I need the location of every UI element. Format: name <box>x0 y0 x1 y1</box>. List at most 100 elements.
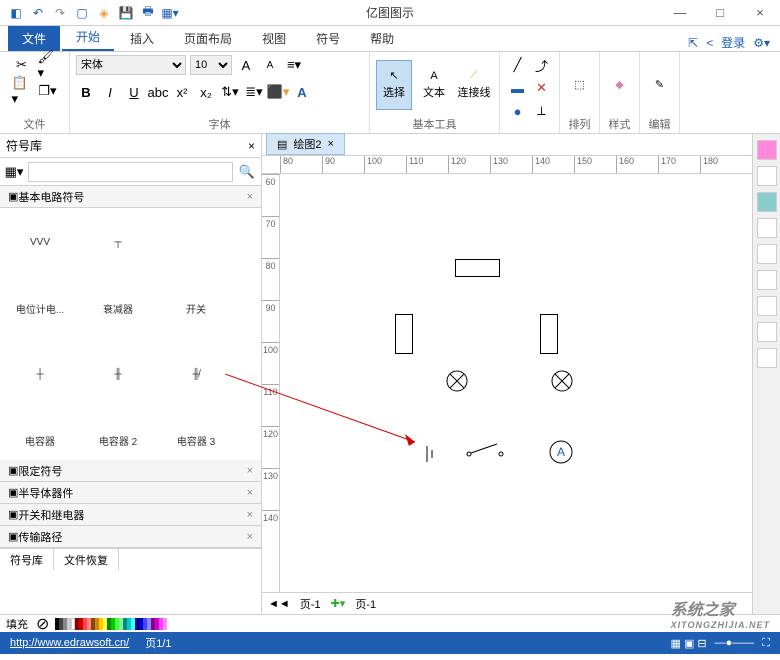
symbol-junction[interactable]: ┬ <box>82 212 154 272</box>
tab-file[interactable]: 文件 <box>8 26 60 51</box>
panel-layer[interactable] <box>757 244 777 264</box>
status-url[interactable]: http://www.edrawsoft.cn/ <box>10 637 129 649</box>
open-icon[interactable]: ◈ <box>96 5 112 21</box>
category-qualifying[interactable]: ▣限定符号× <box>0 460 261 482</box>
bullets-icon[interactable]: ≣▾ <box>244 82 264 102</box>
zoom-slider[interactable]: —●—— <box>715 637 755 649</box>
shape-rect1[interactable] <box>455 259 500 277</box>
undo-icon[interactable]: ↶ <box>30 5 46 21</box>
curve-icon[interactable]: ⤴ <box>532 55 552 75</box>
cut-icon[interactable]: ✂ <box>12 55 32 75</box>
font-name-select[interactable]: 宋体 <box>76 55 186 75</box>
ellipse-icon[interactable]: ● <box>508 101 528 121</box>
canvas[interactable]: A <box>280 174 752 592</box>
symbol-cap1-icon[interactable]: ┼ <box>4 344 76 404</box>
redo-icon[interactable]: ↷ <box>52 5 68 21</box>
category-transmission[interactable]: ▣传输路径× <box>0 526 261 548</box>
document-tab[interactable]: ▤ 绘图2 × <box>266 133 345 155</box>
bottom-tab-library[interactable]: 符号库 <box>0 549 54 570</box>
font-size-select[interactable]: 10 <box>190 55 232 75</box>
underline-icon[interactable]: U <box>124 82 144 102</box>
page-tab-1b[interactable]: 页-1 <box>355 596 376 612</box>
italic-icon[interactable]: I <box>100 82 120 102</box>
tab-symbol[interactable]: 符号 <box>302 26 354 51</box>
panel-text[interactable] <box>757 270 777 290</box>
gear-icon[interactable]: ⚙▾ <box>753 36 770 50</box>
highlight-icon[interactable]: ⬛▾ <box>268 82 288 102</box>
search-icon[interactable]: 🔍 <box>237 162 257 182</box>
superscript-icon[interactable]: x² <box>172 82 192 102</box>
shape-rect3[interactable] <box>540 314 558 354</box>
panel-pen[interactable] <box>757 166 777 186</box>
symbol-vvv[interactable]: VVV <box>4 212 76 272</box>
panel-data[interactable] <box>757 296 777 316</box>
new-icon[interactable]: ▢ <box>74 5 90 21</box>
tab-insert[interactable]: 插入 <box>116 26 168 51</box>
shrink-font-icon[interactable]: A <box>260 55 280 75</box>
shape-switch[interactable] <box>465 442 505 458</box>
symbol-capacitor2[interactable]: 电容器 2 <box>82 410 154 460</box>
tab-start[interactable]: 开始 <box>62 24 114 51</box>
strike-icon[interactable]: abc <box>148 82 168 102</box>
symbol-capacitor3[interactable]: 电容器 3 <box>160 410 232 460</box>
tab-layout[interactable]: 页面布局 <box>170 26 246 51</box>
print-icon[interactable]: 🖶 <box>140 5 156 21</box>
panel-comment[interactable] <box>757 322 777 342</box>
share-icon[interactable]: < <box>706 36 713 50</box>
text-tool[interactable]: A文本 <box>416 60 452 110</box>
panel-theme[interactable] <box>757 140 777 160</box>
font-color-icon[interactable]: A <box>292 82 312 102</box>
panel-fill[interactable] <box>757 192 777 212</box>
category-semiconductor[interactable]: ▣半导体器件× <box>0 482 261 504</box>
align-dropdown-icon[interactable]: ≡▾ <box>284 55 304 75</box>
close-button[interactable]: × <box>740 0 780 26</box>
symbol-cap2-icon[interactable]: ╫ <box>82 344 154 404</box>
linespace-icon[interactable]: ⇅▾ <box>220 82 240 102</box>
sidebar-close-icon[interactable]: × <box>248 139 255 153</box>
subscript-icon[interactable]: x₂ <box>196 82 216 102</box>
bold-icon[interactable]: B <box>76 82 96 102</box>
tab-view[interactable]: 视图 <box>248 26 300 51</box>
login-link[interactable]: 登录 <box>721 34 745 51</box>
symbol-potentiometer[interactable]: 电位计电... <box>4 278 76 338</box>
panel-help[interactable] <box>757 348 777 368</box>
rect-icon[interactable]: ▬ <box>508 78 528 98</box>
library-icon[interactable]: ▦▾ <box>4 162 24 182</box>
symbol-cap3-icon[interactable]: ╫̸ <box>160 344 232 404</box>
doc-close-icon[interactable]: × <box>328 138 334 150</box>
brush-icon[interactable]: 🖌▾ <box>38 55 58 75</box>
copy-icon[interactable]: ❐▾ <box>38 81 58 101</box>
symbol-capacitor[interactable]: 电容器 <box>4 410 76 460</box>
symbol-switch[interactable]: 开关 <box>160 278 232 338</box>
select-tool[interactable]: ↖选择 <box>376 60 412 110</box>
category-switches[interactable]: ▣开关和继电器× <box>0 504 261 526</box>
page-tab-1a[interactable]: 页-1 <box>300 596 321 612</box>
symbol-attenuator[interactable]: 衰减器 <box>82 278 154 338</box>
category-basic-circuit[interactable]: ▣基本电路符号× <box>0 186 261 208</box>
save-icon[interactable]: 💾 <box>118 5 134 21</box>
shape-lamp1[interactable] <box>445 369 469 393</box>
style-button[interactable]: ◆ <box>606 60 633 110</box>
zoom-fit-icon[interactable]: ⛶ <box>762 637 770 650</box>
shape-rect2[interactable] <box>395 314 413 354</box>
line-icon[interactable]: ╱ <box>508 55 528 75</box>
panel-image[interactable] <box>757 218 777 238</box>
search-input[interactable] <box>28 162 233 182</box>
crop-icon[interactable]: ⟂ <box>532 101 552 121</box>
symbol-blank1[interactable] <box>160 212 232 272</box>
grow-font-icon[interactable]: A <box>236 55 256 75</box>
minimize-button[interactable]: — <box>660 0 700 26</box>
shape-lamp2[interactable] <box>550 369 574 393</box>
page-nav-prev[interactable]: ◄◄ <box>268 598 290 610</box>
share-out-icon[interactable]: ⇱ <box>688 36 698 50</box>
bottom-tab-recover[interactable]: 文件恢复 <box>54 549 119 570</box>
edit-button[interactable]: ✎ <box>646 60 673 110</box>
page-add-icon[interactable]: ✚▾ <box>331 597 346 610</box>
arrange-button[interactable]: ⬚ <box>566 60 593 110</box>
view-mode-icons[interactable]: ▦ ▣ ⊟ <box>671 637 707 650</box>
connector-tool[interactable]: ⟋连接线 <box>456 60 492 110</box>
maximize-button[interactable]: □ <box>700 0 740 26</box>
paste-icon[interactable]: 📋▾ <box>12 81 32 101</box>
tab-help[interactable]: 帮助 <box>356 26 408 51</box>
delete-shape-icon[interactable]: ✕ <box>532 78 552 98</box>
